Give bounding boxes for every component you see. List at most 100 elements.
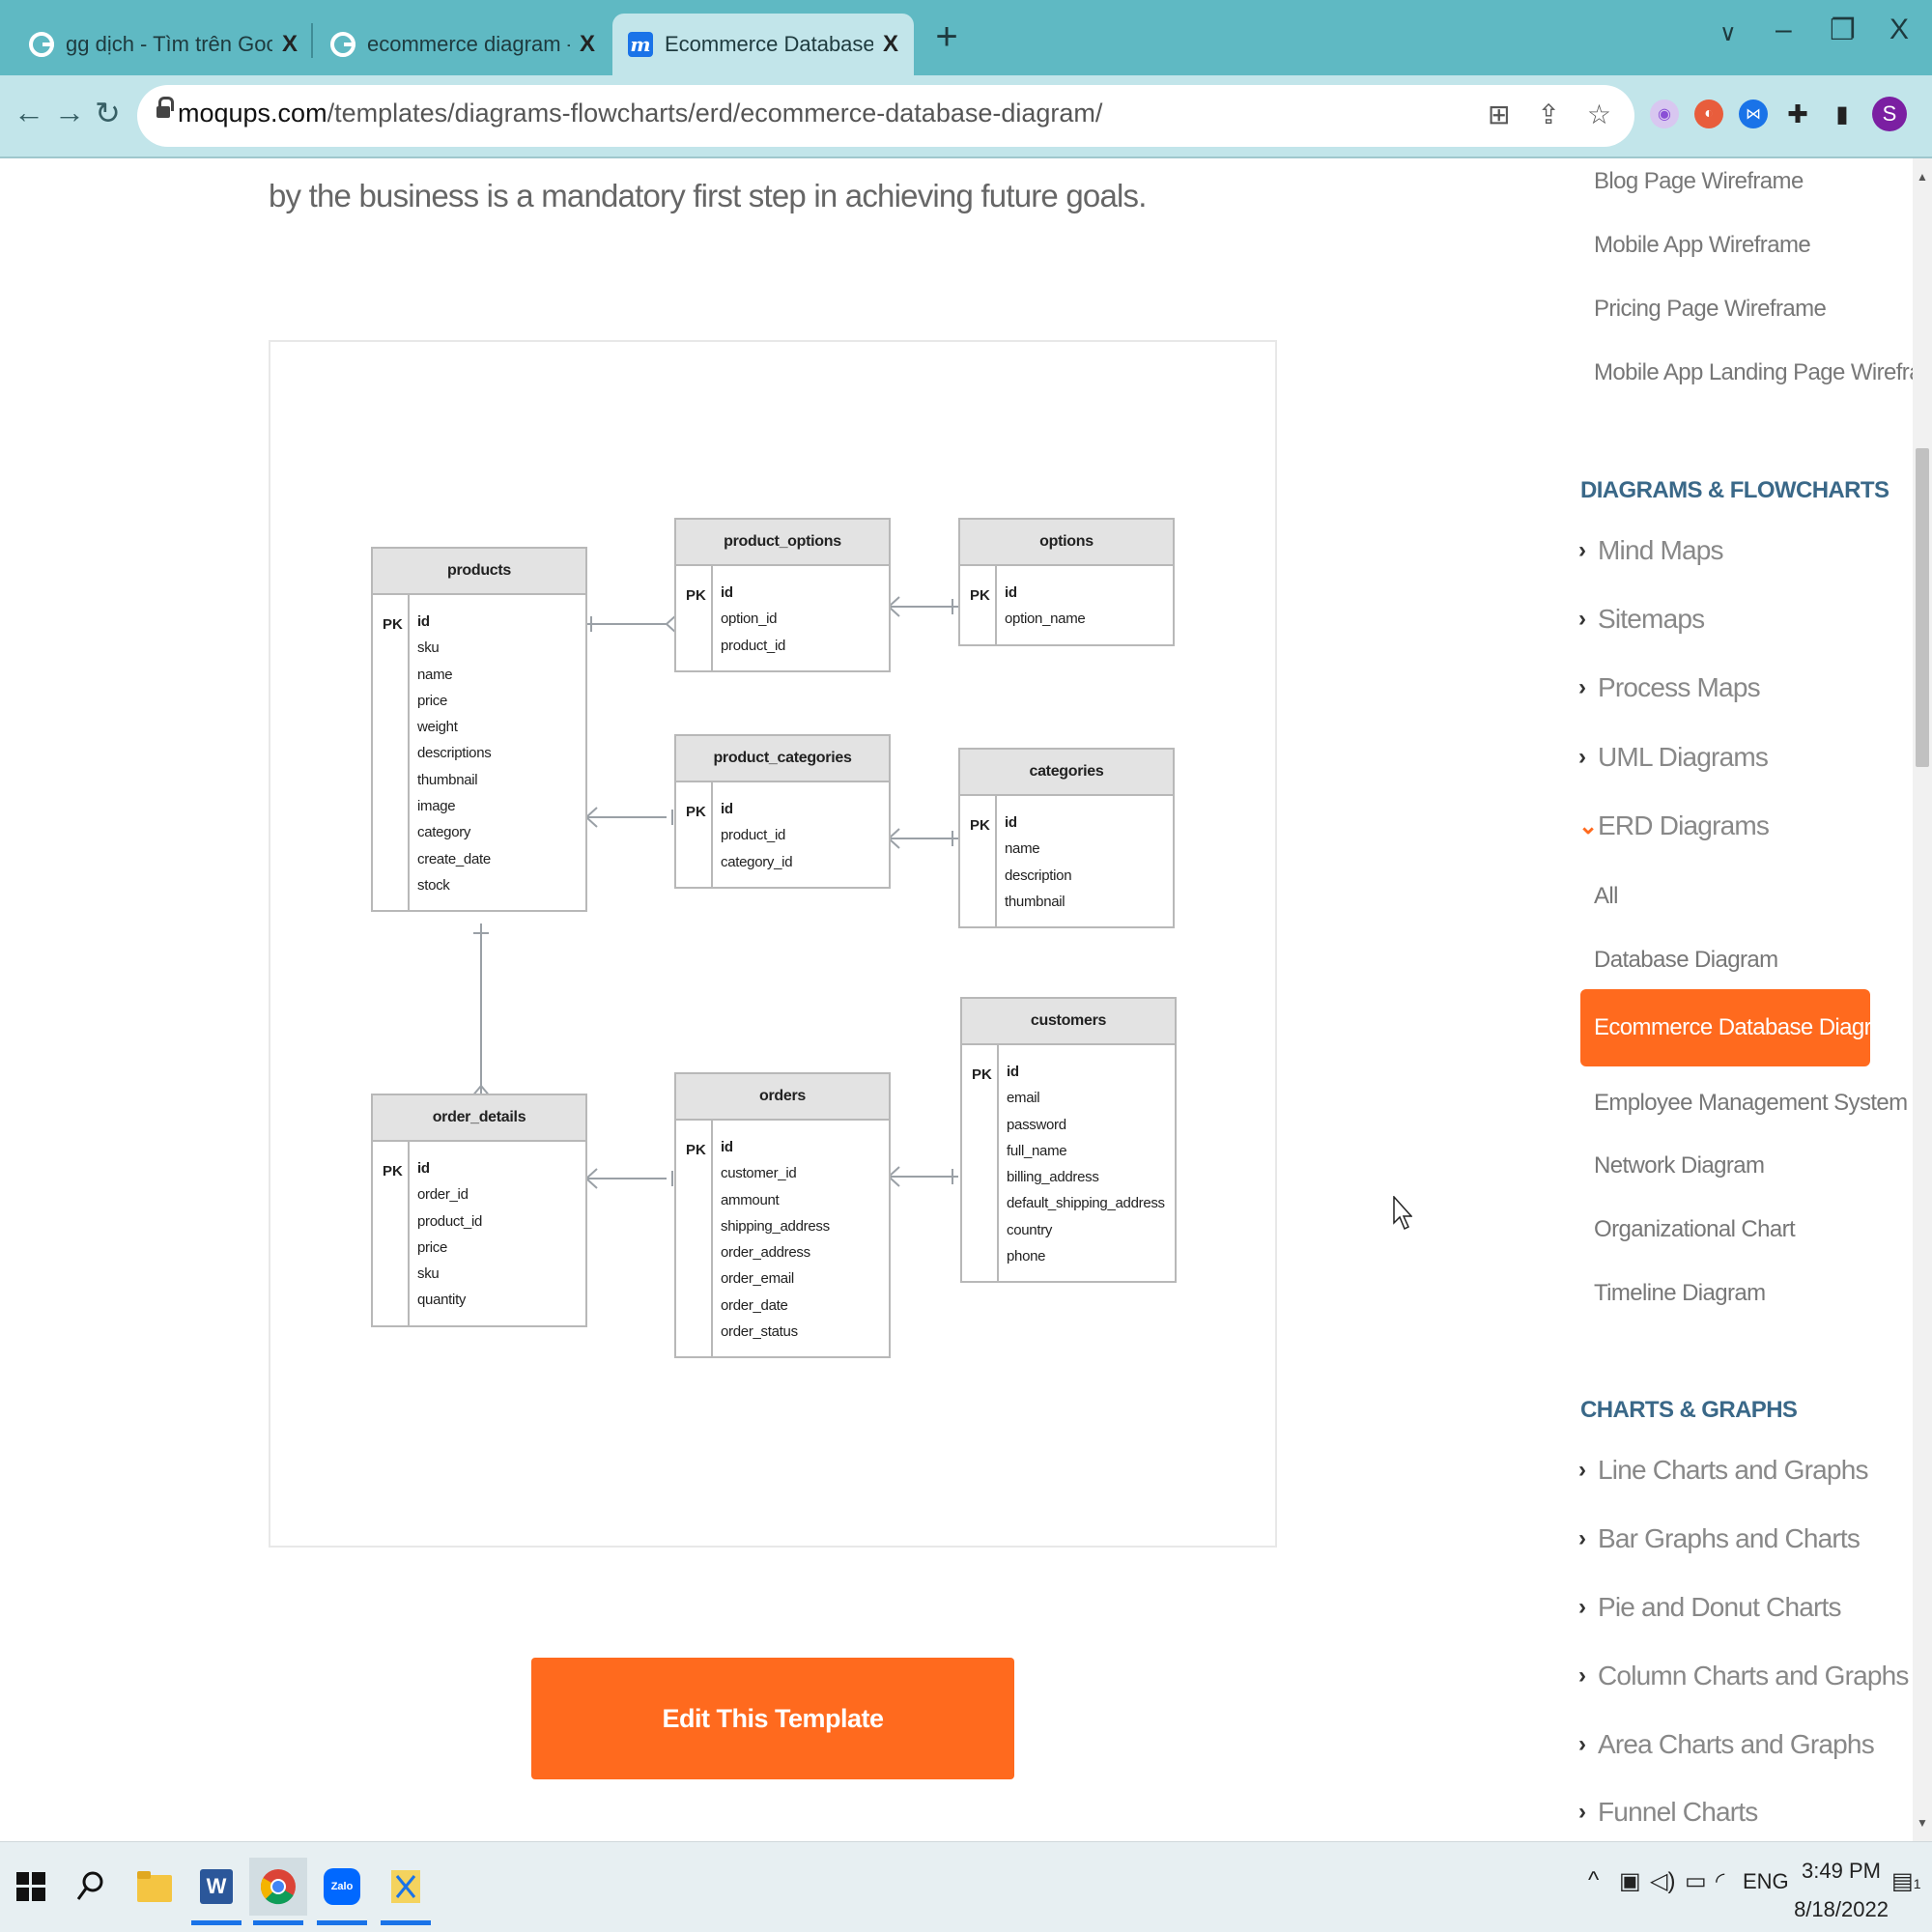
primary-key-label: PK xyxy=(686,804,706,820)
sidebar-item-employee-management-system-erd[interactable]: Employee Management System ERD xyxy=(1594,1090,1913,1117)
sidebar-link-mobile-app-wireframe[interactable]: Mobile App Wireframe xyxy=(1594,232,1811,259)
page-scrollbar[interactable]: ▲ ▼ xyxy=(1913,158,1932,1841)
erd-table-options: options PK id option_name xyxy=(958,518,1175,646)
minimize-button[interactable]: – xyxy=(1776,14,1792,46)
new-tab-button[interactable]: + xyxy=(927,15,966,59)
tab-search-icon[interactable]: ∨ xyxy=(1719,19,1737,47)
show-hidden-icons-chevron-icon[interactable]: ^ xyxy=(1588,1867,1599,1894)
sidebar-item-database-diagram[interactable]: Database Diagram xyxy=(1594,947,1778,974)
search-icon[interactable] xyxy=(62,1858,120,1916)
side-panel-icon[interactable]: ▮ xyxy=(1828,99,1857,128)
restore-button[interactable]: ❐ xyxy=(1830,14,1856,47)
sidebar-category-bar-graphs[interactable]: › Bar Graphs and Charts xyxy=(1578,1523,1861,1554)
table-field: id xyxy=(721,584,733,601)
sidebar-heading-diagrams: DIAGRAMS & FLOWCHARTS xyxy=(1580,477,1889,503)
intro-text: by the business is a mandatory first ste… xyxy=(269,178,1147,213)
erd-table-orders: orders PK id customer_id ammount shippin… xyxy=(674,1072,891,1359)
google-icon xyxy=(29,32,54,57)
taskbar-clock[interactable]: 3:49 PM 8/18/2022 xyxy=(1783,1852,1899,1929)
snipping-tool-icon[interactable] xyxy=(377,1858,435,1925)
sidebar-category-erd-diagrams[interactable]: ⌄ ERD Diagrams xyxy=(1578,810,1770,841)
chrome-icon[interactable] xyxy=(249,1858,307,1925)
table-field: id xyxy=(721,801,733,817)
table-name: products xyxy=(373,549,585,595)
tab-ecommerce-diagram[interactable]: ecommerce diagram - Tìm trên Google X xyxy=(315,14,611,75)
battery-icon[interactable]: ▭ xyxy=(1685,1867,1707,1895)
notification-center-icon[interactable]: ▤1 xyxy=(1891,1867,1920,1895)
table-field: category_id xyxy=(721,853,793,870)
close-tab-icon[interactable]: X xyxy=(580,31,595,58)
profile-avatar[interactable]: S xyxy=(1872,97,1907,131)
extension-icon[interactable]: ◉ xyxy=(1650,99,1679,128)
close-window-button[interactable]: X xyxy=(1889,14,1909,46)
sidebar-link-mobile-app-landing-page-wireframe[interactable]: Mobile App Landing Page Wireframe xyxy=(1594,359,1913,386)
sidebar-item-ecommerce-database-diagram[interactable]: Ecommerce Database Diagram xyxy=(1580,989,1903,1066)
edit-template-button[interactable]: Edit This Template xyxy=(531,1658,1014,1779)
close-tab-icon[interactable]: X xyxy=(282,31,298,58)
wifi-icon[interactable]: ◜ xyxy=(1716,1867,1724,1895)
reload-icon[interactable]: ↻ xyxy=(95,95,121,131)
primary-key-label: PK xyxy=(383,1163,403,1179)
language-indicator[interactable]: ENG xyxy=(1743,1869,1789,1894)
category-label: Area Charts and Graphs xyxy=(1598,1729,1875,1759)
table-field: weight xyxy=(417,719,458,736)
erd-diagram-frame: products PK id sku name price weight des… xyxy=(269,340,1277,1548)
back-arrow-icon[interactable]: ← xyxy=(14,95,44,130)
sidebar-category-area-charts[interactable]: › Area Charts and Graphs xyxy=(1578,1729,1875,1760)
category-label: Funnel Charts xyxy=(1598,1797,1758,1827)
url-text[interactable]: moqups.com/templates/diagrams-flowcharts… xyxy=(178,99,1102,128)
close-tab-icon[interactable]: X xyxy=(883,31,898,58)
table-field: name xyxy=(417,666,453,683)
sidebar-category-mind-maps[interactable]: › Mind Maps xyxy=(1578,535,1724,566)
forward-arrow-icon[interactable]: → xyxy=(54,95,85,130)
sidebar-category-uml-diagrams[interactable]: › UML Diagrams xyxy=(1578,742,1769,773)
sidebar-item-all[interactable]: All xyxy=(1594,883,1618,910)
bookmark-star-icon[interactable]: ☆ xyxy=(1587,99,1611,130)
category-label: Bar Graphs and Charts xyxy=(1598,1523,1861,1553)
word-label: W xyxy=(200,1869,233,1904)
category-label: Sitemaps xyxy=(1598,604,1705,634)
zalo-icon[interactable]: Zalo xyxy=(313,1858,371,1925)
puzzle-extensions-icon[interactable]: ✚ xyxy=(1783,99,1812,128)
table-field: id xyxy=(1005,814,1017,831)
table-field: image xyxy=(417,798,456,815)
sidebar-item-organizational-chart[interactable]: Organizational Chart xyxy=(1594,1216,1796,1243)
table-field: product_id xyxy=(721,827,786,844)
address-bar[interactable]: moqups.com/templates/diagrams-flowcharts… xyxy=(137,85,1634,147)
sidebar-category-column-charts[interactable]: › Column Charts and Graphs xyxy=(1578,1661,1909,1691)
sidebar-category-pie-donut-charts[interactable]: › Pie and Donut Charts xyxy=(1578,1592,1842,1623)
windows-start-icon[interactable] xyxy=(2,1858,60,1916)
table-field: ammount xyxy=(721,1191,780,1208)
volume-icon[interactable]: ◁) xyxy=(1650,1867,1675,1895)
sidebar-category-process-maps[interactable]: › Process Maps xyxy=(1578,672,1761,703)
sidebar-category-sitemaps[interactable]: › Sitemaps xyxy=(1578,604,1705,635)
sidebar-category-line-charts[interactable]: › Line Charts and Graphs xyxy=(1578,1455,1868,1486)
primary-key-label: PK xyxy=(970,817,990,834)
word-icon[interactable]: W xyxy=(187,1858,245,1925)
sidebar-link-blog-page-wireframe[interactable]: Blog Page Wireframe xyxy=(1594,168,1804,195)
table-field: option_id xyxy=(721,611,778,628)
table-fields: PK id name description thumbnail xyxy=(960,796,1173,927)
translate-icon[interactable]: ⊞ xyxy=(1488,99,1510,130)
tab-ecommerce-database-diagram[interactable]: m Ecommerce Database Diagram Template X xyxy=(612,14,914,75)
file-explorer-icon[interactable] xyxy=(126,1858,184,1916)
table-field: product_id xyxy=(721,637,786,654)
tab-gg-dich[interactable]: gg dịch - Tìm trên Google X xyxy=(14,14,313,75)
menu-kebab-icon[interactable]: ⋮ xyxy=(1922,99,1932,129)
security-tray-icon[interactable]: ▣ xyxy=(1619,1867,1641,1895)
share-icon[interactable]: ⇪ xyxy=(1537,99,1559,130)
clock-time: 3:49 PM xyxy=(1802,1859,1881,1883)
table-field: category xyxy=(417,824,471,841)
sidebar-item-network-diagram[interactable]: Network Diagram xyxy=(1594,1152,1765,1179)
table-field: phone xyxy=(1007,1248,1046,1265)
scrollbar-thumb[interactable] xyxy=(1916,448,1929,767)
category-label: ERD Diagrams xyxy=(1598,810,1770,840)
table-field: name xyxy=(1005,840,1040,858)
extension-icon[interactable]: ◐ xyxy=(1694,99,1723,128)
sidebar-link-pricing-page-wireframe[interactable]: Pricing Page Wireframe xyxy=(1594,296,1827,323)
sidebar-category-funnel-charts[interactable]: › Funnel Charts xyxy=(1578,1797,1758,1828)
sidebar-item-timeline-diagram[interactable]: Timeline Diagram xyxy=(1594,1280,1766,1307)
scroll-up-arrow-icon[interactable]: ▲ xyxy=(1917,170,1928,184)
extension-icon[interactable]: ⋈ xyxy=(1739,99,1768,128)
scroll-down-arrow-icon[interactable]: ▼ xyxy=(1917,1816,1928,1830)
